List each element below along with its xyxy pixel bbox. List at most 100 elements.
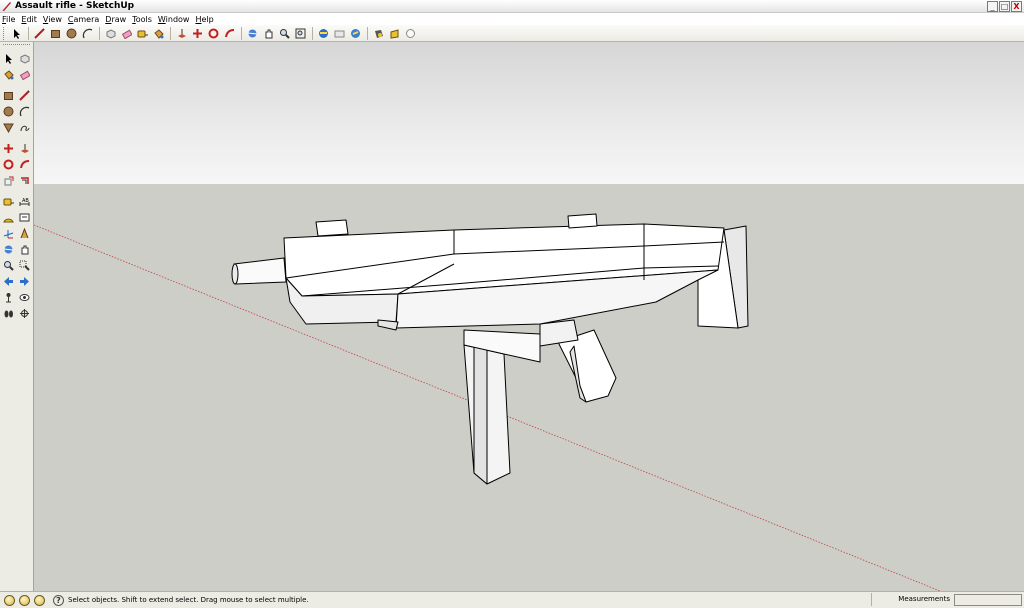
- freehand-tool-button[interactable]: [17, 120, 32, 135]
- previous-view-tool-button[interactable]: [1, 274, 16, 289]
- line-tool-button[interactable]: [17, 88, 32, 103]
- orbit-tool-button[interactable]: [245, 26, 260, 41]
- 3d-text-tool-button[interactable]: [17, 226, 32, 241]
- arc-tool-button[interactable]: [17, 104, 32, 119]
- menu-camera[interactable]: Camera: [68, 15, 99, 24]
- dimension-icon: AB: [19, 198, 30, 206]
- eraser-tool-button[interactable]: [17, 67, 32, 82]
- line-tool-button[interactable]: [32, 26, 47, 41]
- geo-location-icon[interactable]: [4, 594, 15, 606]
- push-pull-tool-button[interactable]: [17, 141, 32, 156]
- status-text: Select objects. Shift to extend select. …: [68, 596, 309, 604]
- tape-measure-tool-button[interactable]: [135, 26, 150, 41]
- dimension-tool-button[interactable]: AB: [17, 194, 32, 209]
- measurements-input[interactable]: [954, 593, 1022, 606]
- rectangle-tool-button[interactable]: [48, 26, 63, 41]
- menu-file[interactable]: File: [2, 15, 15, 24]
- circle-tool-button[interactable]: [64, 26, 79, 41]
- move-icon: [4, 143, 13, 153]
- follow-me-icon: [20, 159, 30, 168]
- rectangle-tool-button[interactable]: [1, 88, 16, 103]
- credits-icon[interactable]: [19, 594, 30, 606]
- photo-textures-tool-button[interactable]: [387, 26, 402, 41]
- paint-bucket-tool-button[interactable]: [151, 26, 166, 41]
- text-tool-button[interactable]: [17, 210, 32, 225]
- paint-bucket-icon: [4, 69, 14, 80]
- zoom-extents-tool-button[interactable]: [293, 26, 308, 41]
- protractor-tool-button[interactable]: [1, 210, 16, 225]
- menu-view[interactable]: View: [43, 15, 62, 24]
- rotate-icon: [208, 28, 219, 38]
- google-earth-icon: [375, 29, 383, 38]
- look-around-tool-button[interactable]: [17, 290, 32, 305]
- zoom-tool-button[interactable]: [1, 258, 16, 273]
- help-icon[interactable]: ?: [53, 594, 64, 606]
- make-component-tool-button[interactable]: [17, 51, 32, 66]
- google-3d-tool-button[interactable]: [403, 26, 418, 41]
- select-tool-button[interactable]: [9, 26, 24, 41]
- section-plane-tool-button[interactable]: [17, 306, 32, 321]
- google-3d-icon: [406, 28, 415, 38]
- push-pull-tool-button[interactable]: [174, 26, 189, 41]
- orbit-tool-button[interactable]: [1, 242, 16, 257]
- menu-edit[interactable]: Edit: [21, 15, 37, 24]
- menu-tools[interactable]: Tools: [132, 15, 152, 24]
- walk-tool-button[interactable]: [1, 306, 16, 321]
- toolbar-grip[interactable]: [3, 26, 6, 40]
- freehand-icon: [20, 125, 30, 131]
- pan-tool-button[interactable]: [261, 26, 276, 41]
- left-toolbar-grip[interactable]: [3, 44, 30, 48]
- make-component-tool-button[interactable]: [103, 26, 118, 41]
- next-view-tool-button[interactable]: [17, 274, 32, 289]
- eraser-tool-button[interactable]: [119, 26, 134, 41]
- zoom-window-tool-button[interactable]: [17, 258, 32, 273]
- position-camera-tool-button[interactable]: [1, 290, 16, 305]
- menu-bar: File Edit View Camera Draw Tools Window Help: [0, 13, 1024, 25]
- orbit-icon: [247, 29, 258, 37]
- google-earth-tool-button[interactable]: [371, 26, 386, 41]
- menu-help[interactable]: Help: [195, 15, 213, 24]
- left-toolbar-row: [0, 50, 33, 66]
- zoom-icon: [4, 260, 14, 271]
- select-tool-button[interactable]: [1, 51, 16, 66]
- paint-bucket-icon: [154, 28, 164, 39]
- follow-me-tool-button[interactable]: [17, 157, 32, 172]
- minimize-button[interactable]: _: [987, 1, 998, 12]
- push-pull-icon: [21, 143, 29, 153]
- front-sight: [315, 219, 349, 237]
- maximize-button[interactable]: □: [999, 1, 1010, 12]
- toolbar-separator: [28, 26, 29, 40]
- axes-tool-button[interactable]: [1, 226, 16, 241]
- zoom-icon: [280, 28, 290, 39]
- offset-tool-button[interactable]: [17, 173, 32, 188]
- rotate-tool-button[interactable]: [1, 157, 16, 172]
- left-toolbar-row: [0, 66, 33, 82]
- get-models-tool-button[interactable]: [316, 26, 331, 41]
- user-icon[interactable]: [34, 594, 45, 606]
- left-toolbar-row: AB: [0, 193, 33, 209]
- rifle-model[interactable]: [34, 42, 1024, 591]
- tape-measure-icon: [137, 30, 148, 37]
- follow-me-tool-button[interactable]: [222, 26, 237, 41]
- paint-bucket-tool-button[interactable]: [1, 67, 16, 82]
- share-component-tool-button[interactable]: [348, 26, 363, 41]
- menu-draw[interactable]: Draw: [105, 15, 126, 24]
- text-icon: [19, 213, 30, 221]
- zoom-tool-button[interactable]: [277, 26, 292, 41]
- circle-tool-button[interactable]: [1, 104, 16, 119]
- share-model-icon: [334, 30, 345, 37]
- pan-tool-button[interactable]: [17, 242, 32, 257]
- menu-window[interactable]: Window: [158, 15, 190, 24]
- arc-tool-button[interactable]: [80, 26, 95, 41]
- rotate-tool-button[interactable]: [206, 26, 221, 41]
- move-tool-button[interactable]: [1, 141, 16, 156]
- tape-measure-tool-button[interactable]: [1, 194, 16, 209]
- drawing-viewport[interactable]: [34, 42, 1024, 591]
- next-view-icon: [20, 276, 29, 286]
- polygon-tool-button[interactable]: [1, 120, 16, 135]
- share-model-tool-button[interactable]: [332, 26, 347, 41]
- left-toolbar-row: [0, 273, 33, 289]
- move-tool-button[interactable]: [190, 26, 205, 41]
- scale-tool-button[interactable]: [1, 173, 16, 188]
- close-button[interactable]: X: [1011, 1, 1022, 12]
